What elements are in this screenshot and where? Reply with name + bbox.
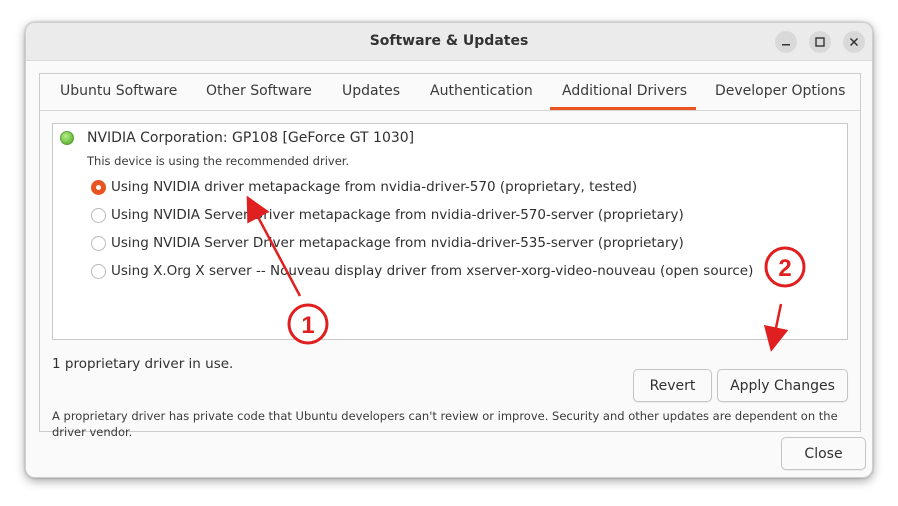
annotation-arrow-2: [763, 303, 789, 352]
annotation-badge-2: 2: [764, 246, 806, 288]
annotation-label-1: 1: [301, 312, 314, 339]
annotation-badge-1: 1: [287, 303, 329, 345]
annotation-label-2: 2: [778, 255, 791, 282]
annotation-overlay: 1 2: [246, 195, 806, 352]
annotation-arrow-1: [246, 195, 302, 297]
